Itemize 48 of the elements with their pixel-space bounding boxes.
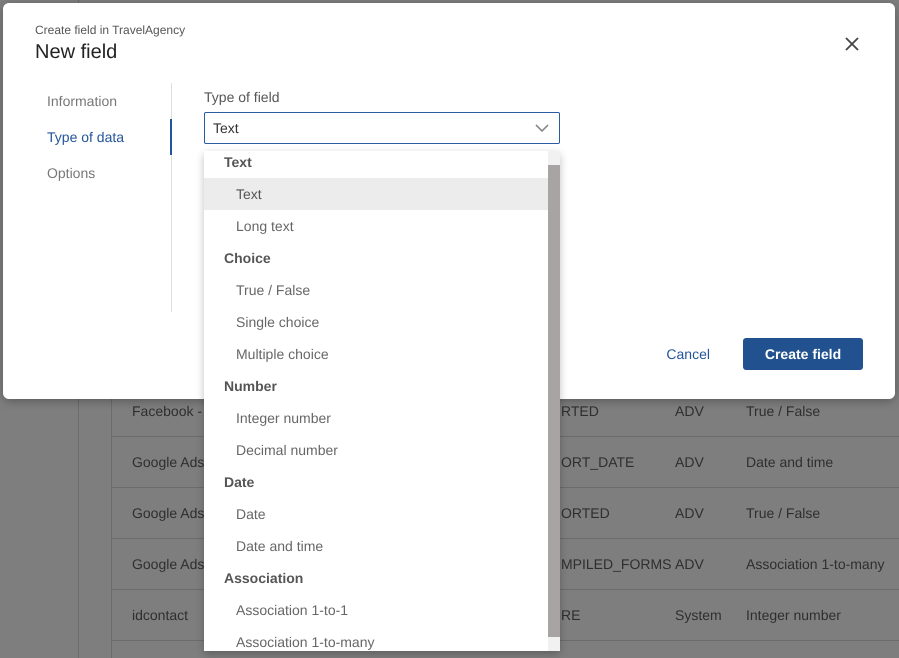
table-cell: ADV (675, 403, 704, 419)
create-button[interactable]: Create field (743, 338, 863, 370)
type-select[interactable]: Text (204, 112, 560, 144)
table-cell: Date and time (746, 454, 834, 470)
table-cell: True / False (746, 403, 820, 419)
dropdown-option[interactable]: True / False (204, 274, 548, 306)
table-cell: idcontact (132, 607, 188, 623)
group-header: Choice (224, 250, 271, 266)
dropdown-option[interactable]: Text (204, 178, 548, 210)
dropdown-option[interactable]: Multiple choice (204, 338, 548, 370)
table-cell: System (675, 607, 722, 623)
table-cell: Association 1-to-many (746, 556, 885, 572)
table-cell: True / False (746, 505, 820, 521)
field-label: Type of field (204, 89, 280, 105)
group-header: Association (224, 570, 304, 586)
table-cell: ORTED (561, 505, 610, 521)
group-header: Text (224, 154, 252, 170)
table-cell: Google Ads (132, 556, 204, 572)
table-cell: ORT_DATE (561, 454, 634, 470)
step-tab[interactable]: Options (35, 155, 172, 191)
step-tab[interactable]: Information (35, 83, 172, 119)
scroll-thumb[interactable] (548, 165, 560, 637)
group-header: Number (224, 378, 277, 394)
dialog-subtitle: Create field in TravelAgency (35, 23, 186, 37)
dropdown-option[interactable]: Single choice (204, 306, 548, 338)
dialog-title: New field (35, 41, 118, 64)
table-cell: RE (561, 607, 580, 623)
group-header: Date (224, 474, 254, 490)
table-cell: Facebook - (132, 403, 202, 419)
dropdown-option[interactable]: Long text (204, 210, 548, 242)
table-cell: MPILED_FORMS (561, 556, 672, 572)
step-tab[interactable]: Type of data (35, 119, 172, 155)
cancel-link[interactable]: Cancel (666, 342, 710, 366)
table-cell: ADV (675, 505, 704, 521)
dropdown-option[interactable]: Integer number (204, 402, 548, 434)
table-cell: Google Ads (132, 505, 204, 521)
chevron-icon (535, 124, 549, 132)
close-icon (845, 37, 859, 51)
dropdown-option[interactable]: Decimal number (204, 434, 548, 466)
table-cell: Integer number (746, 607, 841, 623)
dropdown-option[interactable]: Association 1-to-1 (204, 594, 548, 626)
dropdown-option[interactable]: Date and time (204, 530, 548, 562)
dropdown-option[interactable]: Date (204, 498, 548, 530)
dropdown-option[interactable]: Association 1-to-many (204, 626, 548, 651)
table-cell: ADV (675, 556, 704, 572)
table-cell: Google Ads (132, 454, 204, 470)
table-cell: ADV (675, 454, 704, 470)
table-cell: RTED (561, 403, 599, 419)
